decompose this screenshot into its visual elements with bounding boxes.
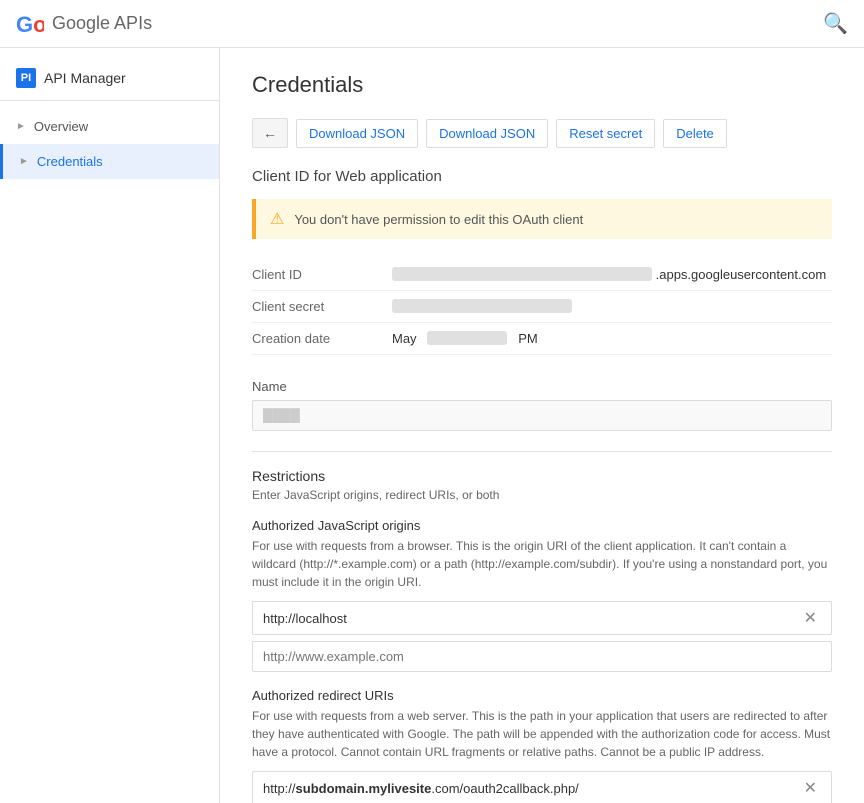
client-id-subtitle: Client ID for Web application <box>252 168 832 185</box>
js-origins-title: Authorized JavaScript origins <box>252 518 832 533</box>
name-input[interactable] <box>252 400 832 431</box>
creation-date-prefix: May <box>392 331 417 346</box>
divider <box>252 451 832 452</box>
warning-banner: ⚠ You don't have permission to edit this… <box>252 199 832 239</box>
js-origins-section: Authorized JavaScript origins For use wi… <box>252 518 832 688</box>
sidebar: PI API Manager ► Overview ► Credentials <box>0 48 220 803</box>
js-origin-item: http://localhost ✕ <box>252 601 832 635</box>
sidebar-app-title: PI API Manager <box>0 56 219 101</box>
name-group: Name <box>252 379 832 431</box>
app-layout: PI API Manager ► Overview ► Credentials … <box>0 48 864 803</box>
sidebar-title: API Manager <box>44 70 126 86</box>
creation-date-value: May PM <box>392 331 538 346</box>
restrictions-title: Restrictions <box>252 468 832 484</box>
redirect-uri-remove-button[interactable]: ✕ <box>800 778 821 798</box>
client-secret-row: Client secret <box>252 291 832 323</box>
client-secret-blurred <box>392 299 572 313</box>
creation-date-blurred <box>427 331 507 345</box>
creation-date-label: Creation date <box>252 331 392 346</box>
sidebar-item-label: Credentials <box>37 154 103 169</box>
search-icon[interactable]: 🔍 <box>823 11 848 36</box>
chevron-active-icon: ► <box>19 156 29 167</box>
svg-text:Google: Google <box>16 12 44 37</box>
chevron-icon: ► <box>16 121 26 132</box>
client-id-row: Client ID .apps.googleusercontent.com <box>252 259 832 291</box>
warning-icon: ⚠ <box>270 209 284 229</box>
page-title: Credentials <box>252 72 832 98</box>
logo: Google Google APIs <box>16 10 152 38</box>
client-info-table: Client ID .apps.googleusercontent.com Cl… <box>252 259 832 355</box>
client-id-blurred <box>392 267 652 281</box>
back-button[interactable]: ← <box>252 118 288 148</box>
delete-button[interactable]: Delete <box>663 119 727 148</box>
client-id-label: Client ID <box>252 267 392 282</box>
reset-secret-button[interactable]: Reset secret <box>556 119 655 148</box>
client-id-value: .apps.googleusercontent.com <box>392 267 826 282</box>
redirect-uris-section: Authorized redirect URIs For use with re… <box>252 688 832 803</box>
main-content: Credentials ← Download JSON Download JSO… <box>220 48 864 803</box>
sidebar-item-label: Overview <box>34 119 88 134</box>
warning-text: You don't have permission to edit this O… <box>294 212 583 227</box>
sidebar-item-credentials[interactable]: ► Credentials <box>0 144 219 179</box>
toolbar: ← Download JSON Download JSON Reset secr… <box>252 118 832 148</box>
redirect-uri-item: http://subdomain.mylivesite.com/oauth2ca… <box>252 771 832 803</box>
client-id-domain: .apps.googleusercontent.com <box>656 267 827 282</box>
name-label: Name <box>252 379 832 394</box>
js-origin-remove-button[interactable]: ✕ <box>800 608 821 628</box>
restrictions-desc: Enter JavaScript origins, redirect URIs,… <box>252 488 832 502</box>
sidebar-item-overview[interactable]: ► Overview <box>0 109 219 144</box>
download-json-button-1[interactable]: Download JSON <box>296 119 418 148</box>
creation-date-row: Creation date May PM <box>252 323 832 355</box>
client-secret-label: Client secret <box>252 299 392 314</box>
redirect-uri-value: http://subdomain.mylivesite.com/oauth2ca… <box>263 781 800 796</box>
app-name: Google APIs <box>52 13 152 34</box>
api-manager-icon: PI <box>16 68 36 88</box>
redirect-uris-desc: For use with requests from a web server.… <box>252 707 832 761</box>
js-origins-desc: For use with requests from a browser. Th… <box>252 537 832 591</box>
js-origin-input[interactable] <box>252 641 832 672</box>
redirect-uris-title: Authorized redirect URIs <box>252 688 832 703</box>
client-secret-value <box>392 299 572 314</box>
google-logo-icon: Google <box>16 10 44 38</box>
restrictions-section: Restrictions Enter JavaScript origins, r… <box>252 468 832 803</box>
creation-date-suffix: PM <box>518 331 538 346</box>
download-json-button-2[interactable]: Download JSON <box>426 119 548 148</box>
js-origin-value: http://localhost <box>263 611 800 626</box>
top-bar: Google Google APIs 🔍 <box>0 0 864 48</box>
